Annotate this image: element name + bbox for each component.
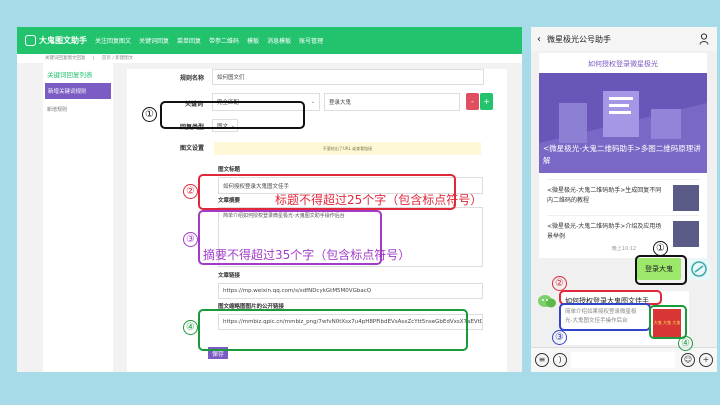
- keyword-input[interactable]: 登录大鬼: [324, 93, 460, 111]
- cover-highlight-box: [198, 309, 468, 351]
- sidebar-item-new-rule[interactable]: 新增规则: [43, 99, 113, 120]
- bot-avatar-icon[interactable]: [537, 292, 557, 310]
- nav-keyword-reply[interactable]: 关键词回复: [139, 36, 169, 45]
- reply-thumb-highlight-box: [649, 305, 687, 339]
- app-logo-icon: [25, 35, 36, 46]
- breadcrumb: 关键词回复图文回复 | 首页 / 新建图文: [17, 54, 522, 63]
- breadcrumb-current: 新建图文: [115, 56, 134, 61]
- annotation-number-2: ②: [552, 276, 567, 291]
- article-cover-title: <微星极光-大鬼二维码助手>多图二维码原理讲解: [543, 144, 701, 165]
- link-label: 文章链接: [218, 273, 241, 279]
- voice-icon[interactable]: ): [553, 353, 567, 367]
- content-label: 图文设置: [180, 145, 205, 152]
- annotation-number-1: ①: [653, 241, 668, 256]
- title-label: 图文标题: [218, 167, 241, 173]
- reply-desc-highlight-box: [559, 303, 651, 331]
- message-timestamp: 晚上10:12: [611, 246, 637, 252]
- chat-title: 微星极光公号助手: [547, 34, 611, 44]
- nav-menu-reply[interactable]: 菜单回复: [177, 36, 201, 45]
- chat-header: ‹ 微星极光公号助手: [531, 27, 717, 51]
- sidebar: 关键词回复列表 新增关键词规则 新增规则: [43, 63, 113, 372]
- sidebar-title[interactable]: 关键词回复列表: [43, 63, 113, 83]
- emoji-icon[interactable]: ☺: [681, 353, 695, 367]
- sidebar-item-new-keyword-rule[interactable]: 新增关键词规则: [45, 83, 111, 99]
- menu-icon[interactable]: ≡: [535, 353, 549, 367]
- article-list-thumbnail: [673, 185, 699, 211]
- article-list-item-title: <微星极光-大鬼二维码助手>介绍及应用场景举例: [547, 223, 662, 240]
- tip-bar: 不要给出了URL 或查看链接: [214, 142, 481, 155]
- article-list-item[interactable]: <微星极光-大鬼二维码助手>生成回复不同内二维码的教程: [547, 179, 699, 215]
- chat-input[interactable]: [571, 352, 675, 368]
- article-cover[interactable]: <微星极光-大鬼二维码助手>多图二维码原理讲解: [539, 73, 707, 173]
- article-list-thumbnail: [673, 221, 699, 247]
- article-card[interactable]: 如何授权登录微星极光 <微星极光-大鬼二维码助手>多图二维码原理讲解 <微星极光…: [539, 53, 707, 258]
- chevron-down-icon: ⌄: [310, 99, 315, 105]
- link-input[interactable]: https://mp.weixin.qq.com/s/sdfNDcykGtM5M…: [218, 283, 483, 299]
- plus-icon[interactable]: +: [699, 353, 713, 367]
- title-limit-note: 标题不得超过25个字（包含标点符号）: [275, 193, 483, 207]
- remove-keyword-button[interactable]: -: [466, 93, 479, 110]
- rule-name-input[interactable]: 如何图文们: [212, 69, 484, 85]
- article-card-subtitle: 如何授权登录微星极光: [588, 60, 658, 68]
- nav-qrcode[interactable]: 带参二维码: [209, 36, 239, 45]
- article-list-item-title: <微星极光-大鬼二维码助手>生成回复不同内二维码的教程: [547, 187, 662, 204]
- add-keyword-button[interactable]: +: [480, 93, 493, 110]
- nav-follow-reply[interactable]: 关注回复图文: [95, 36, 131, 45]
- rule-name-label: 规则名称: [180, 75, 205, 82]
- nav-message-template[interactable]: 消息模板: [267, 36, 291, 45]
- breadcrumb-home[interactable]: 首页: [102, 56, 111, 61]
- back-arrow-icon[interactable]: ‹: [537, 34, 541, 45]
- admin-header: 大鬼图文助手 关注回复图文 关键词回复 菜单回复 带参二维码 模板 消息模板 账…: [17, 27, 522, 54]
- sent-keyword-highlight-box: [635, 255, 687, 285]
- app-logo-text: 大鬼图文助手: [39, 36, 87, 45]
- annotation-number-1: ①: [142, 107, 157, 122]
- profile-icon[interactable]: [699, 33, 709, 45]
- user-avatar[interactable]: [688, 258, 710, 280]
- annotation-number-4: ④: [183, 320, 198, 335]
- nav-template[interactable]: 模板: [247, 36, 259, 45]
- keyword-highlight-box: [160, 101, 305, 129]
- breadcrumb-section: 关键词回复图文回复: [45, 56, 86, 61]
- annotation-number-3: ③: [183, 232, 198, 247]
- annotation-number-3: ③: [552, 330, 567, 345]
- nav-account[interactable]: 账号管理: [299, 36, 323, 45]
- user-avatar-icon: [691, 261, 707, 277]
- summary-limit-note: 摘要不得超过35个字（包含标点符号）: [203, 248, 411, 262]
- annotation-number-2: ②: [183, 184, 198, 199]
